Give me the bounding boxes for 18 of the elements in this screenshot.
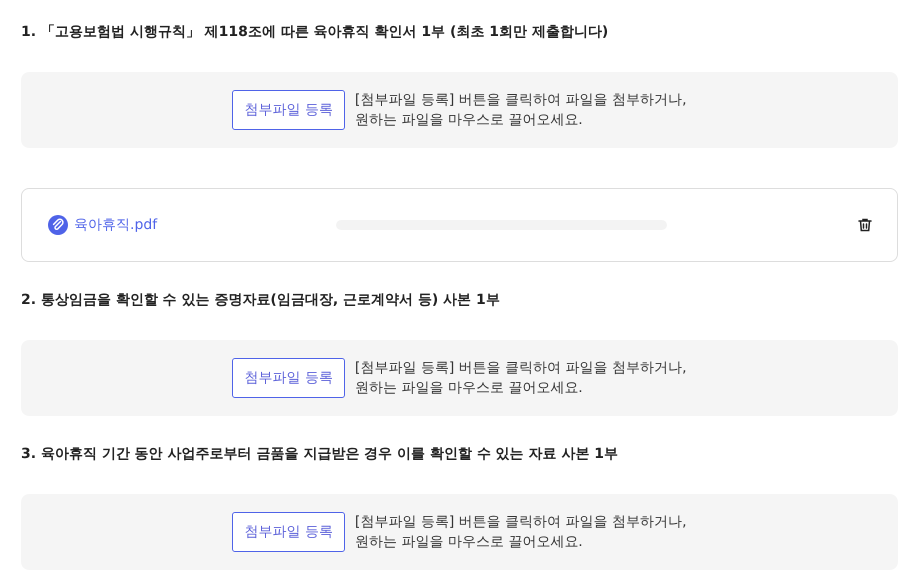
section-title: 2. 통상임금을 확인할 수 있는 증명자료(임금대장, 근로계약서 등) 사본 1부	[21, 291, 501, 310]
hint-text: 원하는 파일을 마우스로 끌어오세요.	[354, 533, 584, 552]
hint-text: [첨부파일 등록] 버튼을 클릭하여 파일을 첨부하거나,	[354, 359, 687, 378]
drop-zone[interactable]: 첨부파일 등록 [첨부파일 등록] 버튼을 클릭하여 파일을 첨부하거나, 원하는 파일을 마우스로 끌어오세요.	[21, 494, 898, 570]
hint-text: 원하는 파일을 마우스로 끌어오세요.	[354, 379, 584, 398]
section-title: 1. 「고용보험법 시행규칙」 제118조에 따른 육아휴직 확인서 1부 (최초 1회만 제출합니다)	[21, 23, 610, 42]
attach-button[interactable]: 첨부파일 등록	[232, 512, 345, 552]
trash-icon[interactable]	[857, 217, 873, 233]
attachment-icon	[48, 215, 68, 235]
attach-button[interactable]: 첨부파일 등록	[232, 358, 345, 398]
attach-button[interactable]: 첨부파일 등록	[232, 90, 345, 130]
drop-zone[interactable]: 첨부파일 등록 [첨부파일 등록] 버튼을 클릭하여 파일을 첨부하거나, 원하는 파일을 마우스로 끌어오세요.	[21, 72, 898, 148]
section-title: 3. 육아휴직 기간 동안 사업주로부터 금품을 지급받은 경우 이를 확인할 수 있는 자료 사본 1부	[21, 445, 620, 464]
hint-text: 원하는 파일을 마우스로 끌어오세요.	[354, 111, 584, 130]
hint-text: [첨부파일 등록] 버튼을 클릭하여 파일을 첨부하거나,	[354, 91, 687, 110]
drop-zone[interactable]: 첨부파일 등록 [첨부파일 등록] 버튼을 클릭하여 파일을 첨부하거나, 원하는 파일을 마우스로 끌어오세요.	[21, 340, 898, 416]
file-link[interactable]: 육아휴직.pdf	[74, 216, 158, 234]
hint-text: [첨부파일 등록] 버튼을 클릭하여 파일을 첨부하거나,	[354, 513, 687, 532]
